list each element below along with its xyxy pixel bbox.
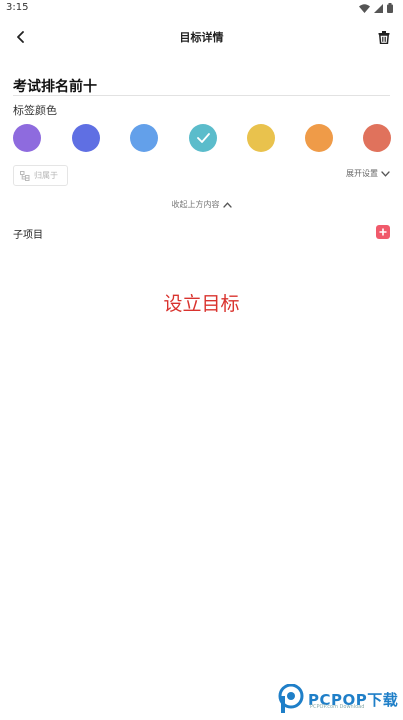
- collapse-content-label: 收起上方内容: [171, 200, 220, 209]
- signal-icon: [374, 3, 383, 13]
- color-swatch[interactable]: [305, 124, 333, 152]
- collapse-content-button[interactable]: 收起上方内容: [0, 199, 403, 210]
- belongs-to-chip[interactable]: 归属于: [13, 165, 68, 186]
- expand-settings-button[interactable]: 展开设置: [346, 168, 390, 179]
- chevron-up-icon: [222, 201, 232, 208]
- add-subitem-button[interactable]: [376, 225, 390, 239]
- subitems-label: 子项目: [13, 230, 43, 241]
- expand-settings-label: 展开设置: [346, 169, 378, 178]
- color-swatch[interactable]: [247, 124, 275, 152]
- goal-name-field[interactable]: 考试排名前十: [13, 76, 390, 96]
- status-time: 3:15: [6, 2, 29, 13]
- color-swatch-row: [0, 124, 403, 152]
- hierarchy-icon: [20, 170, 30, 181]
- watermark-sub: PCPOP.com Download: [310, 704, 365, 710]
- delete-button[interactable]: [375, 28, 393, 46]
- wifi-icon: [359, 3, 370, 13]
- color-swatch[interactable]: [363, 124, 391, 152]
- app-bar: 目标详情: [0, 22, 403, 52]
- color-swatch[interactable]: [72, 124, 100, 152]
- chevron-down-icon: [381, 170, 390, 177]
- trash-icon: [378, 30, 390, 44]
- battery-icon: [387, 3, 393, 13]
- status-icons: [359, 3, 393, 13]
- watermark: PCPOP下载 PCPOP.com Download: [278, 684, 398, 714]
- color-swatch[interactable]: [13, 124, 41, 152]
- page-title: 目标详情: [179, 31, 224, 44]
- pcpop-logo-icon: [278, 684, 304, 713]
- check-icon: [196, 133, 210, 143]
- tag-color-label: 标签颜色: [13, 104, 57, 117]
- color-swatch-selected[interactable]: [189, 124, 217, 152]
- status-bar: 3:15: [0, 0, 403, 18]
- plus-icon: [379, 228, 387, 236]
- belongs-to-label: 归属于: [34, 171, 58, 180]
- set-goal-caption: 设立目标: [163, 293, 240, 315]
- color-swatch[interactable]: [130, 124, 158, 152]
